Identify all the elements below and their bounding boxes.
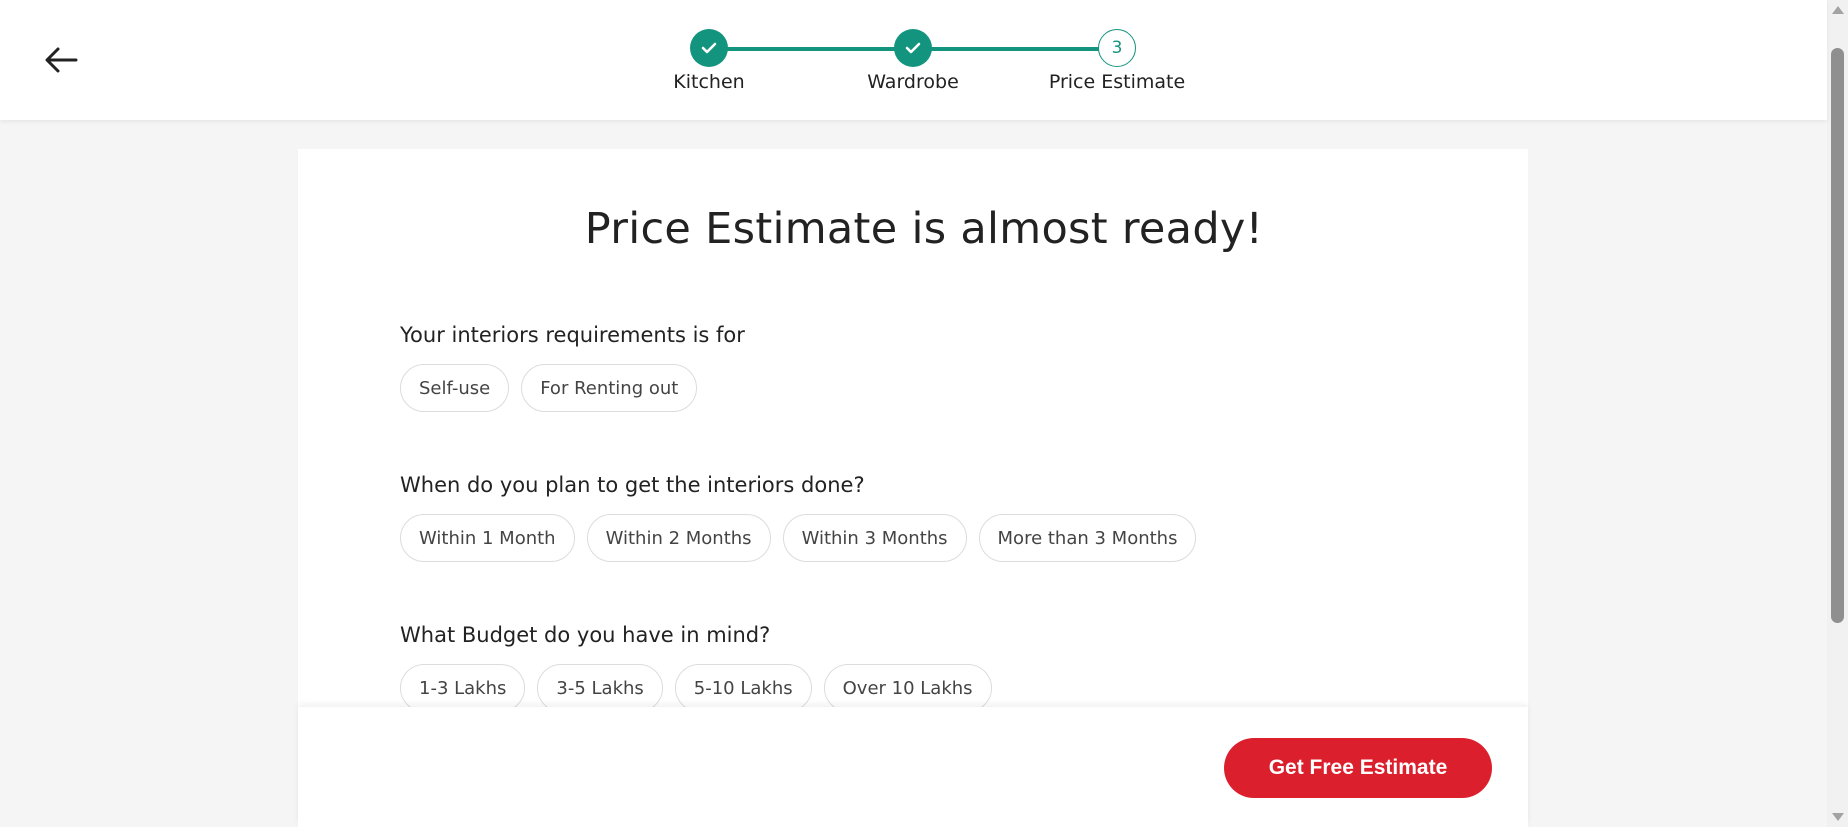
option-5-10-lakhs[interactable]: 5-10 Lakhs [674, 664, 812, 712]
step-kitchen-label: Kitchen [673, 71, 745, 93]
check-icon [701, 42, 717, 54]
progress-stepper: Kitchen Wardrobe 3 Price Estimate [0, 0, 1827, 120]
question-title-budget: What Budget do you have in mind? [400, 623, 771, 647]
page-title: Price Estimate is almost ready! [584, 204, 1264, 254]
option-within-1-month[interactable]: Within 1 Month [400, 514, 575, 562]
step-kitchen-marker [690, 29, 728, 67]
question-title-usage: Your interiors requirements is for [400, 323, 745, 347]
top-header: Kitchen Wardrobe 3 Price Estimate [0, 0, 1827, 120]
usage-options: Self-use For Renting out [400, 364, 698, 412]
get-free-estimate-button[interactable]: Get Free Estimate [1224, 738, 1492, 798]
sticky-footer: Get Free Estimate [298, 707, 1528, 827]
option-within-2-months[interactable]: Within 2 Months [586, 514, 771, 562]
option-1-3-lakhs[interactable]: 1-3 Lakhs [400, 664, 526, 712]
scroll-thumb[interactable] [1831, 48, 1844, 623]
check-icon [905, 42, 921, 54]
step-price-estimate-label: Price Estimate [1048, 71, 1186, 93]
step-wardrobe-marker [894, 29, 932, 67]
stepper-connector [709, 47, 912, 51]
step-price-estimate-marker: 3 [1098, 29, 1136, 67]
option-for-renting-out[interactable]: For Renting out [521, 364, 698, 412]
timeline-options: Within 1 Month Within 2 Months Within 3 … [400, 514, 1197, 562]
vertical-scrollbar[interactable] [1827, 0, 1848, 827]
step-wardrobe-label: Wardrobe [867, 71, 959, 93]
option-within-3-months[interactable]: Within 3 Months [782, 514, 967, 562]
budget-options: 1-3 Lakhs 3-5 Lakhs 5-10 Lakhs Over 10 L… [400, 664, 992, 712]
option-over-10-lakhs[interactable]: Over 10 Lakhs [823, 664, 992, 712]
option-self-use[interactable]: Self-use [400, 364, 510, 412]
option-more-than-3-months[interactable]: More than 3 Months [978, 514, 1197, 562]
scroll-up-arrow-icon[interactable] [1832, 6, 1844, 14]
stepper-connector [913, 47, 1117, 51]
question-title-timeline: When do you plan to get the interiors do… [400, 473, 865, 497]
scroll-down-arrow-icon[interactable] [1832, 813, 1844, 821]
option-3-5-lakhs[interactable]: 3-5 Lakhs [537, 664, 663, 712]
